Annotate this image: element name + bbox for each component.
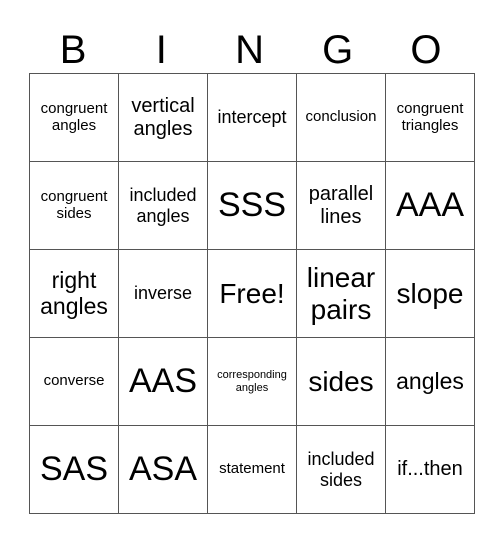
- bingo-cell[interactable]: intercept: [207, 73, 297, 162]
- bingo-cell[interactable]: slope: [385, 249, 475, 338]
- header-letter-n: N: [235, 28, 264, 72]
- bingo-grid: congruent angles vertical angles interce…: [29, 73, 475, 514]
- bingo-cell[interactable]: ASA: [118, 425, 208, 514]
- bingo-cell[interactable]: congruent angles: [29, 73, 119, 162]
- bingo-cell[interactable]: if...then: [385, 425, 475, 514]
- bingo-cell[interactable]: statement: [207, 425, 297, 514]
- bingo-cell[interactable]: inverse: [118, 249, 208, 338]
- header-letter-g: G: [322, 28, 354, 72]
- bingo-header: B I N G O: [29, 28, 470, 72]
- bingo-cell[interactable]: linear pairs: [296, 249, 386, 338]
- bingo-cell[interactable]: converse: [29, 337, 119, 426]
- header-letter-o: O: [410, 28, 442, 72]
- bingo-cell[interactable]: SSS: [207, 161, 297, 250]
- bingo-cell[interactable]: congruent sides: [29, 161, 119, 250]
- bingo-cell[interactable]: sides: [296, 337, 386, 426]
- bingo-cell[interactable]: corresponding angles: [207, 337, 297, 426]
- bingo-cell[interactable]: right angles: [29, 249, 119, 338]
- grid-row: converse AAS corresponding angles sides …: [29, 337, 475, 426]
- bingo-cell[interactable]: included angles: [118, 161, 208, 250]
- bingo-cell[interactable]: AAS: [118, 337, 208, 426]
- grid-row: SAS ASA statement included sides if...th…: [29, 425, 475, 514]
- bingo-cell[interactable]: congruent triangles: [385, 73, 475, 162]
- grid-row: congruent sides included angles SSS para…: [29, 161, 475, 250]
- bingo-cell[interactable]: vertical angles: [118, 73, 208, 162]
- bingo-cell[interactable]: AAA: [385, 161, 475, 250]
- grid-row: right angles inverse Free! linear pairs …: [29, 249, 475, 338]
- bingo-cell[interactable]: SAS: [29, 425, 119, 514]
- grid-row: congruent angles vertical angles interce…: [29, 73, 475, 162]
- bingo-cell[interactable]: angles: [385, 337, 475, 426]
- free-space-cell[interactable]: Free!: [207, 249, 297, 338]
- header-letter-i: I: [155, 28, 167, 72]
- bingo-cell[interactable]: included sides: [296, 425, 386, 514]
- bingo-cell[interactable]: conclusion: [296, 73, 386, 162]
- header-letter-b: B: [59, 28, 87, 72]
- bingo-cell[interactable]: parallel lines: [296, 161, 386, 250]
